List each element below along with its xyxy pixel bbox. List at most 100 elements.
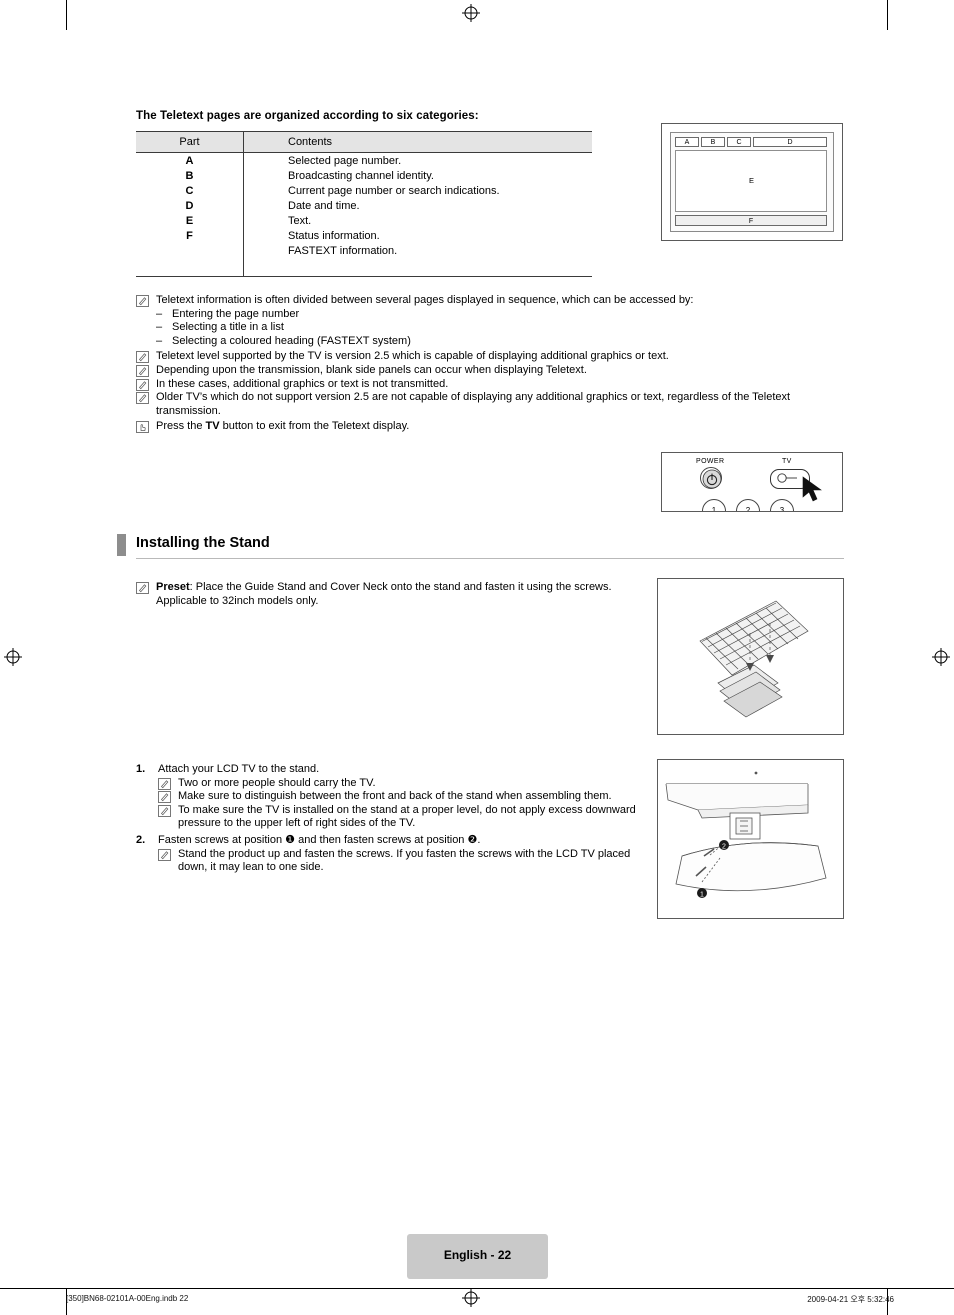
note-text: Two or more people should carry the TV. [178,776,376,789]
note-subtext: Selecting a coloured heading (FASTEXT sy… [172,334,411,347]
note-subitem: – Selecting a coloured heading (FASTEXT … [156,335,846,349]
step-text: Attach your LCD TV to the stand. [158,763,320,775]
note-item: In these cases, additional graphics or t… [136,378,846,392]
registration-mark-top [462,4,480,22]
cell-part: F [186,229,193,242]
cell-contents: Broadcasting channel identity. [288,169,434,182]
power-label: POWER [696,458,725,465]
note-item: Depending upon the transmission, blank s… [136,364,846,378]
cell-part [136,243,243,260]
preset-text: : Place the Guide Stand and Cover Neck o… [156,581,612,607]
note-item: Preset: Place the Guide Stand and Cover … [136,581,636,608]
table-vertical-divider [243,131,244,277]
table-row: B Broadcasting channel identity. [136,168,592,183]
note-subtext: Entering the page number [172,307,300,320]
pointer-arrow-icon [802,476,822,502]
table-row: A Selected page number. [136,153,592,169]
note-icon [136,295,150,308]
preset-note-block: Preset: Place the Guide Stand and Cover … [136,581,636,608]
cell-contents: Date and time. [288,199,360,212]
section-title: Installing the Stand [136,535,270,551]
teletext-label-e: E [749,176,755,185]
guide-stand-illustration [699,600,809,718]
note-icon [158,791,172,804]
note-subitem: – Selecting a title in a list [156,321,846,335]
note-item: Teletext information is often divided be… [136,294,846,308]
installation-steps: 1. Attach your LCD TV to the stand. Two … [136,763,646,875]
table-row: C Current page number or search indicati… [136,183,592,198]
cell-contents: Text. [288,214,312,227]
step-note: Make sure to distinguish between the fro… [158,790,646,804]
step-2: 2. Fasten screws at position ❶ and then … [136,834,646,848]
section-rule [136,558,844,559]
remote-key-3: 3 [770,499,794,511]
dash-bullet: – [156,307,163,320]
note-text: Teletext level supported by the TV is ve… [156,350,669,363]
remote-key-1: 1 [702,499,726,511]
cell-part: A [185,154,194,167]
page-canvas: The Teletext pages are organized accordi… [0,0,954,1315]
teletext-cell-c: C [727,137,751,147]
step-text: Fasten screws at position ❶ and then fas… [158,834,646,848]
note-icon [158,848,172,862]
crop-mark-top-right [887,0,888,30]
footer-timestamp: 2009-04-21 오후 5:32:46 [807,1295,894,1304]
press-prefix: Press the [156,420,206,433]
section-header: Installing the Stand [117,534,844,560]
teletext-cell-a: A [675,137,699,147]
teletext-parts-table: Part Contents A Selected page number. B … [136,131,592,260]
step-note: Two or more people should carry the TV. [158,777,646,791]
note-text: Depending upon the transmission, blank s… [156,363,587,376]
note-icon [136,365,150,378]
preset-label: Preset [156,581,190,593]
page-label: English - 22 [443,1248,512,1262]
table-row: F Status information. [136,228,592,243]
table-row: E Text. [136,213,592,228]
cell-contents: Status information. [288,229,380,242]
note-text: Preset: Place the Guide Stand and Cover … [156,581,636,608]
note-text: Teletext information is often divided be… [156,294,694,306]
svg-text:2: 2 [722,844,726,851]
step2-text-b: and then fasten screws at position [295,833,468,846]
note-icon [136,351,150,364]
crop-mark-top-left [66,0,67,30]
table-header-row: Part Contents [136,131,592,153]
remote-key-2: 2 [736,499,760,511]
table-bottom-rule [136,276,592,277]
note-text: In these cases, additional graphics or t… [156,377,449,390]
cell-part: E [185,214,194,227]
note-subtext: Selecting a title in a list [172,321,284,334]
note-icon [136,392,150,405]
note-item-press-tv: Press the TV button to exit from the Tel… [136,420,846,434]
note-icon [136,378,150,392]
page-footer-tab: English - 22 [407,1234,548,1279]
teletext-status-bar: F [675,215,827,226]
position-mark-2: ❷ [467,833,478,846]
note-text: Stand the product up and fasten the scre… [178,847,631,874]
note-item: Older TV’s which do not support version … [136,391,846,418]
hand-pointer-icon [136,421,150,434]
step-note: To make sure the TV is installed on the … [158,804,646,831]
cell-part: D [185,199,194,212]
step-note: Stand the product up and fasten the scre… [158,848,646,875]
teletext-notes: Teletext information is often divided be… [136,294,846,434]
step-1: 1. Attach your LCD TV to the stand. [136,763,646,777]
step2-text-c: . [477,833,481,846]
teletext-screen-area: A B C D E F [670,132,834,232]
cell-contents: Selected page number. [288,154,402,167]
note-item: Teletext level supported by the TV is ve… [136,350,846,364]
guide-stand-figure [657,578,844,735]
teletext-heading: The Teletext pages are organized accordi… [136,110,479,122]
registration-mark-right [932,648,950,666]
note-icon [158,777,172,791]
tv-label: TV [782,458,792,465]
note-text: To make sure the TV is installed on the … [178,803,636,830]
table-row: D Date and time. [136,198,592,213]
cell-part: C [185,184,194,197]
remote-control-figure: POWER TV 1 2 3 [661,452,843,512]
cell-contents: FASTEXT information. [288,244,398,257]
cell-part: B [185,169,194,182]
teletext-cell-b: B [701,137,725,147]
step-number: 2. [136,833,146,846]
tv-button-name: TV [205,420,220,433]
